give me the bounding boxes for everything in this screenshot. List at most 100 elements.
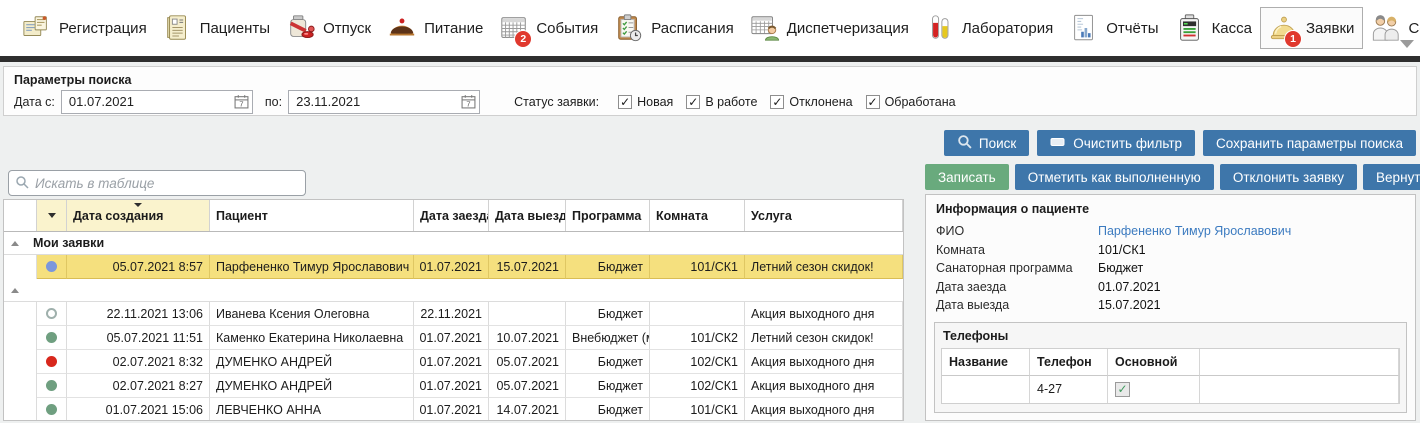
toolbar-item-events[interactable]: События 2 [491, 8, 606, 48]
toolbar-item-laboratory[interactable]: Лаборатория [917, 8, 1061, 48]
status-checkbox-in-progress[interactable]: В работе [686, 95, 757, 109]
cell-arrival: 01.07.2021 [414, 350, 489, 374]
table-row[interactable]: 01.07.2021 15:06 ЛЕВЧЕНКО АННА 01.07.202… [4, 398, 903, 421]
table-row[interactable]: 02.07.2021 8:27 ДУМЕНКО АНДРЕЙ 01.07.202… [4, 374, 903, 398]
checkbox-icon[interactable] [686, 95, 700, 109]
cashdesk-icon [1175, 13, 1205, 43]
toolbar-item-label: Питание [424, 20, 483, 37]
status-dot-icon [46, 404, 57, 415]
info-value: 15.07.2021 [1098, 298, 1161, 312]
header-room[interactable]: Комната [650, 200, 745, 231]
header-program[interactable]: Программа [566, 200, 650, 231]
toolbar-item-schedules[interactable]: Расписания [606, 8, 741, 48]
table-search-input[interactable] [29, 175, 305, 192]
group-expand-icon[interactable] [11, 288, 19, 293]
toolbar-item-dispatching[interactable]: Диспетчеризация [742, 8, 917, 48]
status-checkbox-label: Отклонена [789, 95, 852, 109]
row-status-cell [37, 398, 67, 421]
requests-badge: 1 [1285, 31, 1301, 47]
phones-header-name[interactable]: Название [942, 349, 1030, 376]
status-dot-icon [46, 332, 57, 343]
checkbox-icon[interactable] [866, 95, 880, 109]
date-from-input[interactable] [62, 91, 229, 111]
mark-completed-button[interactable]: Отметить как выполненную [1015, 164, 1214, 190]
status-checkbox-rejected[interactable]: Отклонена [770, 95, 852, 109]
search-button-label: Поиск [979, 136, 1016, 151]
table-row[interactable]: 02.07.2021 8:32 ДУМЕНКО АНДРЕЙ 01.07.202… [4, 350, 903, 374]
svg-text:7: 7 [239, 99, 243, 108]
search-button[interactable]: Поиск [944, 130, 1029, 156]
cell-room: 101/СК1 [650, 255, 745, 279]
info-label: Санаторная программа [936, 261, 1098, 275]
header-patient[interactable]: Пациент [210, 200, 414, 231]
reject-request-button[interactable]: Отклонить заявку [1220, 164, 1357, 190]
row-indent-cell [4, 255, 37, 279]
info-value: 101/СК1 [1098, 243, 1146, 257]
toolbar-item-cashdesk[interactable]: Касса [1167, 8, 1260, 48]
toolbar-divider [0, 56, 1420, 62]
table-row[interactable]: 05.07.2021 8:57 Парфененко Тимур Ярослав… [4, 255, 903, 279]
cell-created: 22.11.2021 13:06 [67, 302, 210, 326]
patient-name-link[interactable]: Парфененко Тимур Ярославович [1098, 224, 1291, 238]
header-status-filter[interactable] [37, 200, 67, 231]
table-search-field [8, 170, 306, 196]
save-search-params-button[interactable]: Сохранить параметры поиска [1203, 130, 1416, 156]
cell-patient: Парфененко Тимур Ярославович [210, 255, 414, 279]
dispatching-icon [750, 13, 780, 43]
info-label: ФИО [936, 224, 1098, 238]
cell-service: Акция выходного дня [745, 374, 903, 398]
phones-header-phone[interactable]: Телефон [1030, 349, 1108, 376]
toolbar-item-label: Касса [1212, 20, 1252, 37]
toolbar-item-reports[interactable]: Отчёты [1061, 8, 1166, 48]
save-request-button[interactable]: Записать [925, 164, 1009, 190]
header-created[interactable]: Дата создания [67, 200, 210, 231]
filter-icon [48, 213, 56, 218]
info-row-fio: ФИО Парфененко Тимур Ярославович [926, 222, 1415, 241]
group-expand-icon[interactable] [11, 241, 19, 246]
cell-departure [489, 302, 566, 326]
cell-departure: 05.07.2021 [489, 374, 566, 398]
sort-desc-icon [134, 203, 142, 207]
row-indent-cell [4, 326, 37, 350]
clear-filter-button-label: Очистить фильтр [1073, 136, 1182, 151]
toolbar-item-patients[interactable]: Пациенты [155, 8, 278, 48]
primary-phone-checkbox[interactable] [1115, 382, 1130, 397]
header-arrival[interactable]: Дата заезда [414, 200, 489, 231]
calendar-icon[interactable]: 7 [234, 94, 249, 109]
cell-created: 02.07.2021 8:32 [67, 350, 210, 374]
toolbar-item-registration[interactable]: Регистрация [14, 8, 155, 48]
date-to-field: 7 [288, 90, 480, 114]
toolbar-item-meals[interactable]: Питание [379, 8, 491, 48]
calendar-icon[interactable]: 7 [461, 94, 476, 109]
phone-cell-spacer [1200, 376, 1399, 403]
mark-completed-button-label: Отметить как выполненную [1028, 170, 1201, 185]
phones-header-primary[interactable]: Основной [1108, 349, 1200, 376]
header-label: Услуга [751, 209, 792, 223]
toolbar-overflow-chevron-icon[interactable] [1400, 40, 1414, 48]
checkbox-icon[interactable] [770, 95, 784, 109]
toolbar-item-dispensing[interactable]: Отпуск [278, 8, 379, 48]
clear-filter-button[interactable]: Очистить фильтр [1037, 130, 1195, 156]
toolbar-item-label: Отчёты [1106, 20, 1158, 37]
header-departure[interactable]: Дата выезда [489, 200, 566, 231]
patient-info-title: Информация о пациенте [926, 195, 1415, 222]
checkbox-icon[interactable] [618, 95, 632, 109]
return-request-button[interactable]: Вернуть заявку [1363, 164, 1420, 190]
group-row-my-requests[interactable]: Мои заявки [4, 232, 903, 255]
toolbar-item-requests[interactable]: Заявки 1 [1260, 7, 1363, 49]
table-row[interactable]: 22.11.2021 13:06 Иванева Ксения Олеговна… [4, 302, 903, 326]
status-checkbox-label: Обработана [885, 95, 956, 109]
cell-departure: 14.07.2021 [489, 398, 566, 421]
date-to-input[interactable] [289, 91, 456, 111]
header-service[interactable]: Услуга [745, 200, 903, 231]
cell-created: 05.07.2021 8:57 [67, 255, 210, 279]
info-row-program: Санаторная программа Бюджет [926, 259, 1415, 278]
cell-room [650, 302, 745, 326]
cell-departure: 05.07.2021 [489, 350, 566, 374]
cell-created: 02.07.2021 8:27 [67, 374, 210, 398]
status-checkbox-new[interactable]: Новая [618, 95, 673, 109]
table-row[interactable]: 05.07.2021 11:51 Каменко Екатерина Никол… [4, 326, 903, 350]
status-checkbox-processed[interactable]: Обработана [866, 95, 956, 109]
cell-program: Бюджет [566, 255, 650, 279]
group-row-other[interactable] [4, 279, 903, 302]
